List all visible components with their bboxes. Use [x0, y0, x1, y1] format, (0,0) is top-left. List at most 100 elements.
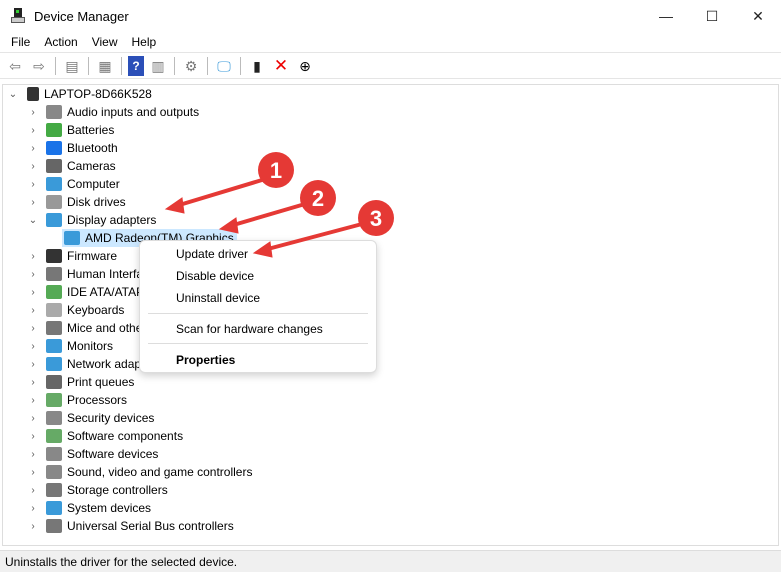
tree-item[interactable]: › Monitors [27, 337, 113, 355]
tree-item[interactable]: › Bluetooth [27, 139, 118, 157]
tree-item[interactable]: › Computer [27, 175, 120, 193]
chevron-right-icon[interactable]: › [27, 449, 39, 460]
chevron-right-icon[interactable]: › [27, 377, 39, 388]
device-category-icon [46, 393, 62, 407]
tree-item[interactable]: › Disk drives [27, 193, 126, 211]
menu-item-uninstall-device[interactable]: Uninstall device [176, 291, 260, 305]
chevron-right-icon[interactable]: › [27, 323, 39, 334]
tree-item-label: Disk drives [67, 195, 126, 209]
device-category-icon [46, 339, 62, 353]
device-category-icon [46, 267, 62, 281]
chevron-right-icon[interactable]: › [27, 467, 39, 478]
tree-item[interactable]: › Software components [27, 427, 183, 445]
tree-item[interactable]: ⌄ Display adapters [27, 211, 156, 229]
tree-item-label: Firmware [67, 249, 117, 263]
tree-item[interactable]: › System devices [27, 499, 151, 517]
device-manager-icon [10, 8, 26, 24]
tree-item-label: Monitors [67, 339, 114, 353]
tree-item-label: Bluetooth [67, 141, 118, 155]
chevron-right-icon[interactable]: › [27, 161, 39, 172]
menu-action[interactable]: Action [37, 35, 84, 49]
tree-item[interactable]: › Keyboards [27, 301, 124, 319]
tree-item[interactable]: › Security devices [27, 409, 154, 427]
menu-item-disable-device[interactable]: Disable device [176, 269, 254, 283]
context-menu: Update driver Disable device Uninstall d… [139, 240, 377, 373]
tree-item[interactable]: › Print queues [27, 373, 134, 391]
tree-item-label: Display adapters [67, 213, 157, 227]
tree-item[interactable]: › Cameras [27, 157, 116, 175]
tree-item[interactable]: › Firmware [27, 247, 117, 265]
tree-item[interactable]: › Processors [27, 391, 127, 409]
status-text: Uninstalls the driver for the selected d… [5, 554, 238, 569]
chevron-right-icon[interactable]: › [27, 251, 39, 262]
device-category-icon [46, 357, 62, 371]
scan-hardware-icon[interactable]: 🖵 [214, 56, 234, 76]
menu-item-scan-hardware[interactable]: Scan for hardware changes [176, 322, 323, 336]
tree-item-label: Audio inputs and outputs [67, 105, 200, 119]
chevron-down-icon[interactable]: ⌄ [7, 89, 19, 100]
tree-item-label: Processors [67, 393, 128, 407]
device-category-icon [46, 123, 62, 137]
chevron-right-icon[interactable]: › [27, 269, 39, 280]
help-icon[interactable]: ? [128, 56, 144, 76]
menu-item-properties[interactable]: Properties [176, 353, 235, 367]
device-category-icon [46, 411, 62, 425]
chevron-right-icon[interactable]: › [27, 125, 39, 136]
chevron-down-icon[interactable]: ⌄ [27, 215, 39, 226]
action-pane-icon[interactable]: ▥ [148, 56, 168, 76]
chevron-right-icon[interactable]: › [27, 485, 39, 496]
chevron-right-icon[interactable]: › [27, 305, 39, 316]
disable-icon[interactable]: ⊕ [295, 56, 315, 76]
tree-item[interactable]: › Sound, video and game controllers [27, 463, 252, 481]
chevron-right-icon[interactable]: › [27, 413, 39, 424]
device-category-icon [46, 483, 62, 497]
tree-item[interactable]: › Storage controllers [27, 481, 168, 499]
menu-help[interactable]: Help [125, 35, 164, 49]
menu-view[interactable]: View [85, 35, 125, 49]
chevron-right-icon[interactable]: › [27, 143, 39, 154]
forward-icon[interactable]: ⇨ [29, 56, 49, 76]
chevron-right-icon[interactable]: › [27, 179, 39, 190]
tree-item-label: Universal Serial Bus controllers [67, 519, 234, 533]
maximize-button[interactable]: ☐ [689, 0, 735, 32]
toolbar: ⇦ ⇨ ▤ ▦ ? ▥ ⚙ 🖵 ▮ ✕ ⊕ [0, 54, 781, 79]
tree-item[interactable]: › Audio inputs and outputs [27, 103, 199, 121]
enable-device-icon[interactable]: ▮ [247, 56, 267, 76]
display-adapter-icon [64, 231, 80, 245]
device-category-icon [46, 285, 62, 299]
device-category-icon [46, 375, 62, 389]
tree-item-label: Security devices [67, 411, 155, 425]
device-category-icon [46, 321, 62, 335]
chevron-right-icon[interactable]: › [27, 107, 39, 118]
chevron-right-icon[interactable]: › [27, 359, 39, 370]
tree-root[interactable]: ⌄ LAPTOP-8D66K528 [7, 85, 152, 103]
menu-item-update-driver[interactable]: Update driver [176, 247, 248, 261]
close-button[interactable]: ✕ [735, 0, 781, 32]
chevron-right-icon[interactable]: › [27, 341, 39, 352]
window-title: Device Manager [34, 8, 129, 24]
back-icon[interactable]: ⇦ [5, 56, 25, 76]
chevron-right-icon[interactable]: › [27, 503, 39, 514]
chevron-right-icon[interactable]: › [27, 431, 39, 442]
tree-item-label: Sound, video and game controllers [67, 465, 253, 479]
menu-file[interactable]: File [4, 35, 37, 49]
tree-item-label: Storage controllers [67, 483, 168, 497]
minimize-button[interactable]: — [643, 0, 689, 32]
chevron-right-icon[interactable]: › [27, 197, 39, 208]
device-category-icon [46, 213, 62, 227]
device-category-icon [46, 429, 62, 443]
tree-item-label: Software components [67, 429, 184, 443]
update-driver-icon[interactable]: ⚙ [181, 56, 201, 76]
chevron-right-icon[interactable]: › [27, 287, 39, 298]
tree-item[interactable]: › Software devices [27, 445, 158, 463]
tree-item-label: Cameras [67, 159, 116, 173]
chevron-right-icon[interactable]: › [27, 395, 39, 406]
show-hide-console-tree-icon[interactable]: ▤ [62, 56, 82, 76]
tree-item-label: Computer [67, 177, 120, 191]
tree-item[interactable]: › Batteries [27, 121, 114, 139]
chevron-right-icon[interactable]: › [27, 521, 39, 532]
device-category-icon [46, 159, 62, 173]
properties-icon[interactable]: ▦ [95, 56, 115, 76]
tree-item[interactable]: › Universal Serial Bus controllers [27, 517, 234, 535]
uninstall-icon[interactable]: ✕ [271, 56, 291, 76]
